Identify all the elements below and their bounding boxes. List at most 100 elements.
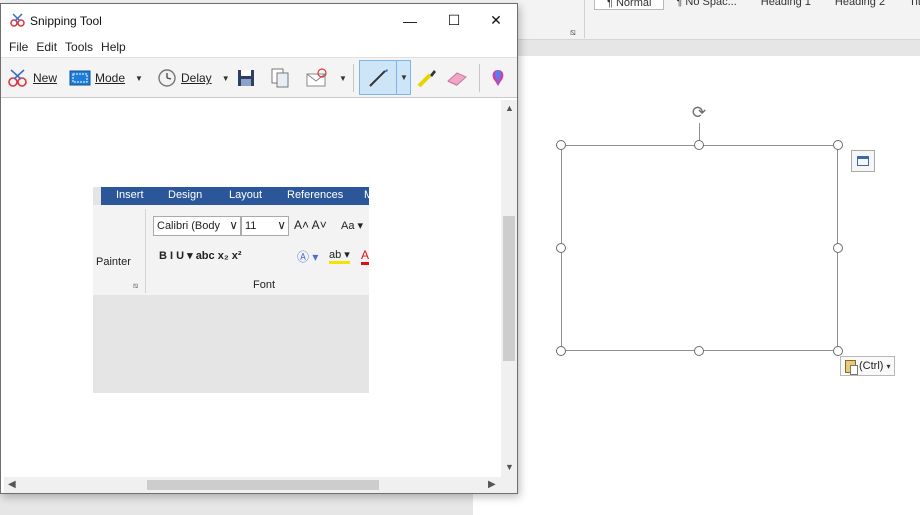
resize-handle-top-left[interactable] (556, 140, 566, 150)
eraser-icon (447, 72, 467, 86)
selected-shape[interactable] (561, 145, 838, 351)
style-heading-1[interactable]: Heading 1 (749, 0, 823, 10)
highlighter-icon (417, 70, 436, 88)
captured-tab-mailings: M (364, 189, 369, 201)
new-snip-button[interactable]: New (7, 58, 57, 98)
vertical-scrollbar[interactable]: ▲ ▼ (501, 100, 517, 477)
captured-font-group-label: Font (253, 279, 276, 291)
save-button[interactable] (237, 58, 255, 98)
chevron-down-icon: ∨ (229, 218, 238, 232)
vertical-scroll-thumb[interactable] (503, 216, 515, 361)
send-email-icon (306, 68, 327, 87)
title-bar[interactable]: Snipping Tool — ☐ ✕ (1, 4, 517, 37)
paint-3d-button[interactable] (489, 58, 507, 98)
chevron-down-icon: ▼ (221, 73, 230, 83)
captured-highlight-icon: ab ▾ (329, 248, 350, 264)
pen-icon (369, 69, 388, 87)
menu-bar: File Edit Tools Help (1, 37, 517, 57)
captured-ribbon-tabs: Insert Design Layout References M (101, 187, 369, 205)
rotate-handle-icon[interactable]: ⟳ (689, 103, 709, 123)
toolbar: New Mode ▼ Delay ▼ ▼ ▼ (1, 57, 517, 98)
captured-font-size-box: 11 ∨ (241, 216, 289, 236)
pen-split-divider (396, 61, 397, 94)
chevron-down-icon: ▼ (135, 73, 143, 83)
snipping-tool-window: Snipping Tool — ☐ ✕ File Edit Tools Help… (0, 3, 518, 494)
eraser-button[interactable] (445, 58, 469, 98)
paste-options-label: (Ctrl) (859, 360, 884, 372)
toolbar-divider (353, 64, 354, 92)
captured-text-effects-icon: Ⓐ ▾ (297, 250, 319, 264)
menu-edit[interactable]: Edit (36, 40, 57, 54)
chevron-down-icon[interactable]: ▼ (400, 73, 408, 82)
captured-format-buttons: B I U ▾ abc x₂ x² (159, 250, 242, 262)
style-no-spacing[interactable]: ¶ No Spac... (664, 0, 748, 10)
styles-gallery: ¶ Normal ¶ No Spac... Heading 1 Heading … (594, 0, 920, 10)
highlighter-button[interactable] (415, 58, 437, 98)
menu-tools[interactable]: Tools (65, 40, 93, 54)
delay-button[interactable]: Delay ▼ (157, 58, 230, 98)
resize-handle-top-right[interactable] (833, 140, 843, 150)
captured-snip-image: Insert Design Layout References M Painte… (93, 187, 369, 393)
resize-handle-left[interactable] (556, 243, 566, 253)
copy-button[interactable] (271, 58, 289, 98)
captured-gray-area (93, 295, 369, 393)
resize-handle-bottom[interactable] (694, 346, 704, 356)
toolbar-divider (479, 64, 480, 92)
clipboard-icon (845, 359, 858, 375)
layout-options-button[interactable] (851, 150, 875, 172)
scroll-right-icon[interactable]: ▶ (488, 479, 496, 490)
scroll-left-icon[interactable]: ◀ (8, 479, 16, 490)
captured-tab-references: References (287, 189, 344, 201)
close-icon: ✕ (490, 12, 502, 28)
captured-font-size: 11 (245, 220, 257, 232)
resize-handle-bottom-left[interactable] (556, 346, 566, 356)
mode-icon (69, 70, 91, 86)
captured-tab-layout: Layout (229, 189, 263, 201)
paste-options-button[interactable]: (Ctrl) ▾ (840, 356, 896, 376)
snip-canvas[interactable]: Insert Design Layout References M Painte… (4, 100, 501, 477)
window-title: Snipping Tool (30, 14, 102, 28)
captured-dialog-launcher-icon: ⧅ (133, 281, 139, 290)
menu-help[interactable]: Help (101, 40, 126, 54)
clock-icon (158, 69, 176, 87)
scroll-up-icon[interactable]: ▲ (505, 103, 514, 113)
horizontal-scrollbar[interactable]: ◀ ▶ (4, 477, 501, 493)
chevron-down-icon: ∨ (277, 218, 286, 232)
maximize-icon: ☐ (447, 12, 461, 28)
style-title[interactable]: Title (897, 0, 920, 10)
captured-change-case: Aa ▾ (341, 220, 364, 232)
horizontal-scroll-thumb[interactable] (147, 480, 379, 490)
captured-divider (145, 209, 146, 293)
resize-grip-icon[interactable] (501, 477, 517, 493)
captured-grow-shrink-font: A˄ A˅ (294, 218, 327, 232)
minimize-button[interactable]: — (387, 4, 433, 37)
captured-tab-design: Design (168, 189, 203, 201)
new-label: New (33, 71, 58, 85)
mode-button[interactable]: Mode ▼ (69, 58, 143, 98)
delay-label: Delay (181, 71, 212, 85)
chevron-down-icon: ▼ (339, 73, 347, 83)
captured-font-name-box: Calibri (Body ∨ (153, 216, 241, 236)
close-button[interactable]: ✕ (473, 4, 519, 37)
new-snip-icon (8, 69, 27, 87)
layout-options-icon (857, 156, 869, 166)
resize-handle-top[interactable] (694, 140, 704, 150)
resize-handle-right[interactable] (833, 243, 843, 253)
styles-dialog-launcher-icon[interactable]: ⧅ (570, 27, 576, 38)
mode-label: Mode (95, 71, 126, 85)
maximize-button[interactable]: ☐ (431, 4, 477, 37)
style-normal[interactable]: ¶ Normal (594, 0, 665, 10)
ribbon-divider (584, 0, 585, 38)
scroll-down-icon[interactable]: ▼ (505, 462, 514, 472)
scissors-icon (10, 13, 25, 27)
style-heading-2[interactable]: Heading 2 (823, 0, 897, 10)
menu-file[interactable]: File (9, 40, 28, 54)
pen-tool-button[interactable]: ▼ (359, 60, 411, 95)
captured-format-painter-label: Painter (96, 256, 131, 268)
send-snip-button[interactable]: ▼ (305, 58, 347, 98)
captured-font-name: Calibri (Body (157, 220, 220, 232)
minimize-icon: — (403, 12, 417, 29)
resize-handle-bottom-right[interactable] (833, 346, 843, 356)
chevron-down-icon: ▾ (886, 361, 891, 371)
captured-font-color-icon: A (361, 248, 369, 265)
